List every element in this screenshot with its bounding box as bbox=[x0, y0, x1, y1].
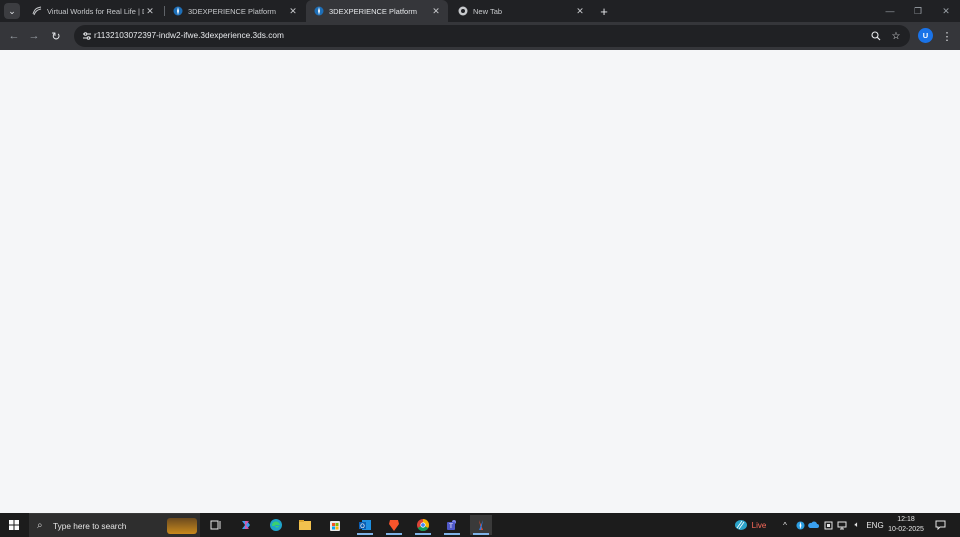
clock-time: 12:18 bbox=[897, 516, 915, 523]
back-button[interactable]: ← bbox=[6, 28, 22, 44]
zoom-icon[interactable] bbox=[868, 28, 884, 44]
chrome-button[interactable] bbox=[412, 515, 434, 535]
edge-icon bbox=[270, 519, 282, 531]
tab-title: New Tab bbox=[473, 6, 503, 16]
windows-logo-icon bbox=[9, 520, 19, 530]
microsoft-store-button[interactable] bbox=[324, 515, 346, 535]
close-icon[interactable]: ✕ bbox=[430, 5, 442, 17]
device-button[interactable] bbox=[822, 513, 834, 537]
window-close-button[interactable]: ✕ bbox=[932, 0, 960, 22]
tab-strip: ⌄ Virtual Worlds for Real Life | Da ✕ 3D… bbox=[0, 0, 960, 22]
tab-3dexperience-2[interactable]: 3DEXPERIENCE Platform ✕ bbox=[306, 0, 448, 22]
3dexperience-compass-icon bbox=[173, 6, 183, 16]
chrome-icon bbox=[458, 6, 468, 16]
page-content bbox=[0, 50, 960, 513]
file-explorer-icon bbox=[299, 520, 311, 530]
restore-icon: ❐ bbox=[913, 5, 923, 16]
close-icon: ✕ bbox=[942, 5, 950, 16]
brave-icon bbox=[389, 520, 399, 531]
svg-text:T: T bbox=[448, 523, 453, 530]
profile-avatar[interactable]: U bbox=[918, 28, 933, 43]
system-clock[interactable]: 12:18 10-02-2025 bbox=[886, 515, 926, 535]
notification-icon bbox=[935, 520, 945, 530]
tab-virtual-worlds[interactable]: Virtual Worlds for Real Life | Da ✕ bbox=[24, 0, 162, 22]
windows-taskbar: ⌕ Type here to search O T Live ^ 🔈︎ ENG … bbox=[0, 513, 960, 537]
brave-button[interactable] bbox=[383, 515, 405, 535]
search-icon: ⌕ bbox=[37, 520, 43, 531]
address-bar[interactable]: r1132103072397-indw2-ifwe.3dexperience.3… bbox=[74, 25, 910, 47]
notification-center-button[interactable] bbox=[930, 515, 950, 535]
close-icon[interactable]: ✕ bbox=[144, 5, 156, 17]
network-icon bbox=[837, 521, 847, 529]
weather-label: Live bbox=[751, 520, 767, 530]
cloud-icon bbox=[808, 521, 819, 528]
teams-button[interactable]: T bbox=[441, 515, 463, 535]
device-icon bbox=[824, 521, 832, 529]
plus-icon: + bbox=[600, 3, 608, 19]
tab-3dexperience-1[interactable]: 3DEXPERIENCE Platform ✕ bbox=[165, 0, 305, 22]
language-indicator[interactable]: ENG bbox=[866, 513, 884, 537]
site-info-icon[interactable] bbox=[80, 29, 94, 43]
forward-button[interactable]: → bbox=[26, 28, 42, 44]
tab-title: 3DEXPERIENCE Platform bbox=[329, 6, 417, 16]
outlook-button[interactable]: O bbox=[354, 515, 376, 535]
arrow-left-icon: ← bbox=[8, 30, 20, 42]
minimize-button[interactable]: — bbox=[876, 0, 904, 22]
live-cricket-icon bbox=[734, 520, 747, 530]
more-vertical-icon: ⋮ bbox=[941, 30, 953, 43]
speaker-icon: 🔈︎ bbox=[854, 520, 860, 529]
dassault-logo-icon bbox=[32, 6, 42, 16]
close-icon[interactable]: ✕ bbox=[287, 5, 299, 17]
copilot-button[interactable] bbox=[235, 515, 257, 535]
copilot-icon bbox=[242, 521, 250, 529]
search-highlight-image bbox=[167, 518, 197, 534]
arrow-right-icon: → bbox=[28, 30, 40, 42]
weather-widget[interactable]: Live bbox=[730, 513, 770, 537]
taskbar-search-box[interactable]: ⌕ Type here to search bbox=[29, 513, 200, 537]
close-icon[interactable]: ✕ bbox=[574, 5, 586, 17]
url-text[interactable]: r1132103072397-indw2-ifwe.3dexperience.3… bbox=[94, 30, 284, 40]
browser-toolbar: ← → ↻ r1132103072397-indw2-ifwe.3dexperi… bbox=[0, 22, 960, 50]
clock-date: 10-02-2025 bbox=[888, 525, 924, 533]
app-button[interactable] bbox=[470, 515, 492, 535]
file-explorer-button[interactable] bbox=[294, 515, 316, 535]
restore-button[interactable]: ❐ bbox=[904, 0, 932, 22]
bookmark-star-icon[interactable]: ☆ bbox=[888, 28, 904, 44]
tab-search-button[interactable]: ⌄ bbox=[4, 3, 20, 19]
compass-tray-icon bbox=[795, 520, 805, 530]
volume-button[interactable]: 🔈︎ bbox=[850, 513, 864, 537]
3dexperience-compass-icon bbox=[314, 6, 324, 16]
outlook-icon: O bbox=[359, 520, 371, 530]
chrome-icon bbox=[417, 519, 430, 532]
teams-icon: T bbox=[447, 520, 456, 530]
minimize-icon: — bbox=[885, 6, 895, 16]
new-tab-button[interactable]: + bbox=[596, 3, 612, 19]
tab-new-tab[interactable]: New Tab ✕ bbox=[450, 0, 592, 22]
reload-button[interactable]: ↻ bbox=[48, 28, 64, 44]
show-hidden-icons-button[interactable]: ^ bbox=[780, 513, 790, 537]
edge-button[interactable] bbox=[265, 515, 287, 535]
task-view-icon bbox=[210, 520, 221, 530]
start-button[interactable] bbox=[0, 513, 28, 537]
tab-title: Virtual Worlds for Real Life | Da bbox=[47, 6, 144, 16]
onedrive-button[interactable] bbox=[807, 513, 820, 537]
tray-app-button[interactable] bbox=[794, 513, 806, 537]
microsoft-store-icon bbox=[330, 521, 340, 531]
svg-text:O: O bbox=[360, 523, 365, 530]
reload-icon: ↻ bbox=[51, 30, 61, 43]
search-placeholder: Type here to search bbox=[53, 521, 127, 531]
network-button[interactable] bbox=[836, 513, 848, 537]
browser-menu-button[interactable]: ⋮ bbox=[940, 28, 954, 44]
tab-title: 3DEXPERIENCE Platform bbox=[188, 6, 276, 16]
chevron-up-icon: ^ bbox=[783, 520, 787, 530]
chevron-down-icon: ⌄ bbox=[8, 5, 16, 16]
app-icon bbox=[479, 520, 483, 530]
task-view-button[interactable] bbox=[205, 515, 227, 535]
